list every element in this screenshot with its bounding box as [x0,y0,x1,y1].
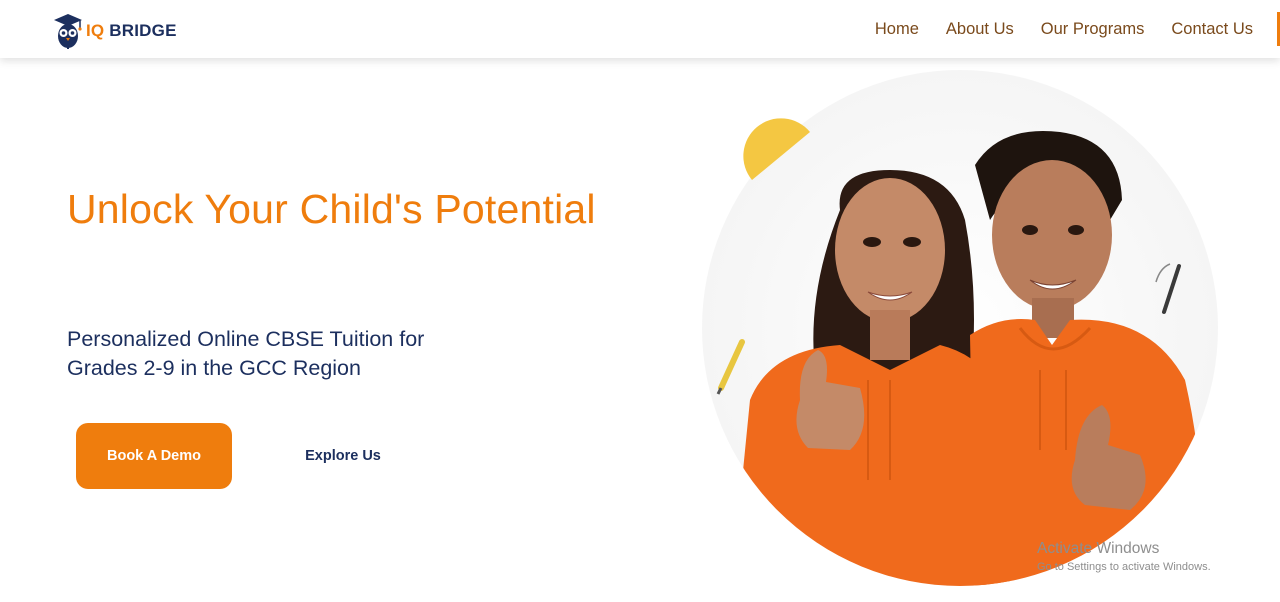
main-nav: Home About Us Our Programs Contact Us [848,20,1253,39]
brand-name-iq: IQ [86,21,105,40]
book-demo-button[interactable]: Book A Demo [76,423,232,489]
brand-logo[interactable]: IQ BRIDGE [52,11,177,51]
hero-headline: Unlock Your Child's Potential [67,186,596,232]
top-navbar: IQ BRIDGE Home About Us Our Programs Con… [0,0,1280,58]
owl-graduation-cap-icon [54,14,82,49]
hero-subheadline: Personalized Online CBSE Tuition for Gra… [67,327,425,380]
brand-name: IQ BRIDGE [86,21,177,41]
nav-home[interactable]: Home [875,20,919,39]
nav-contact-us[interactable]: Contact Us [1171,20,1253,39]
hero-students-image [702,70,1218,586]
explore-us-button[interactable]: Explore Us [289,440,397,472]
nav-our-programs[interactable]: Our Programs [1041,20,1145,39]
nav-about-us[interactable]: About Us [946,20,1014,39]
brand-name-bridge: BRIDGE [109,21,177,40]
